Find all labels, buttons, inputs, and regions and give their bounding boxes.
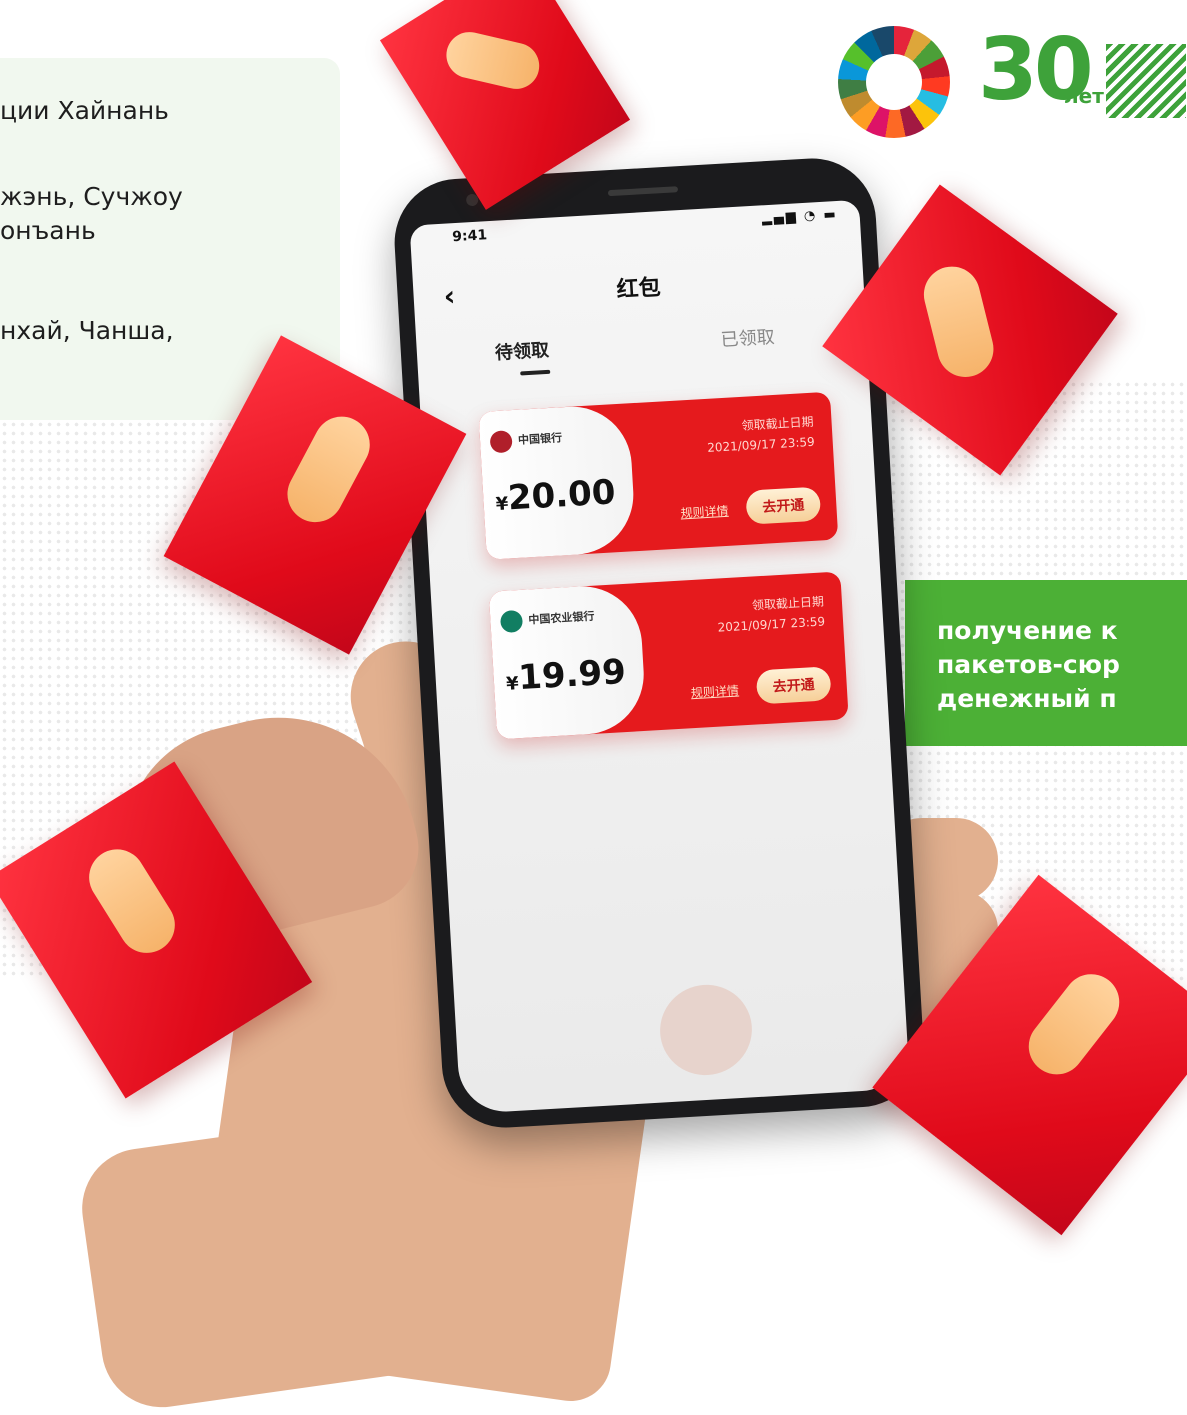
envelope-clasp bbox=[1017, 962, 1131, 1086]
amount-value: 19.99 bbox=[517, 651, 627, 699]
tab-received[interactable]: 已领取 bbox=[720, 323, 775, 352]
coupon-amount: ¥20.00 bbox=[494, 472, 616, 519]
coupon-card[interactable]: 中国银行 ¥20.00 领取截止日期 2021/09/17 23:59 规则详情… bbox=[478, 391, 839, 560]
currency-symbol: ¥ bbox=[505, 673, 520, 695]
anniversary-mark-icon bbox=[1106, 44, 1186, 118]
caption-line: получение к bbox=[937, 616, 1118, 645]
activate-button[interactable]: 去开通 bbox=[745, 486, 822, 525]
anniversary-suffix: лет bbox=[1064, 84, 1104, 108]
rules-link[interactable]: 规则详情 bbox=[690, 681, 740, 701]
info-line: жэнь, Сучжоу bbox=[0, 182, 183, 211]
activate-button[interactable]: 去开通 bbox=[755, 666, 832, 705]
active-tab-indicator bbox=[520, 369, 551, 376]
smartphone: 9:41 ▂▄▆ ◔ ▬ ‹ 红包 待领取 已领取 中国银行 ¥20.00 领取… bbox=[391, 154, 927, 1132]
envelope-clasp bbox=[277, 406, 380, 532]
envelope-clasp bbox=[917, 260, 1000, 383]
anniversary-logo: 30 лет bbox=[978, 20, 1187, 136]
deadline-date: 2021/09/17 23:59 bbox=[706, 434, 816, 455]
info-line: онъань bbox=[0, 216, 96, 245]
rules-link[interactable]: 规则详情 bbox=[680, 502, 729, 522]
speaker-grille bbox=[607, 186, 679, 197]
page-title: 红包 bbox=[615, 275, 662, 303]
caption-line: денежный п bbox=[937, 684, 1117, 713]
info-line: нхай, Чанша, bbox=[0, 316, 174, 345]
envelope-clasp bbox=[441, 27, 544, 94]
sdg-wheel-logo bbox=[838, 26, 950, 138]
amount-value: 20.00 bbox=[506, 472, 617, 519]
caption-box: получение к пакетов-сюр денежный п bbox=[905, 580, 1187, 746]
currency-symbol: ¥ bbox=[495, 493, 509, 516]
deadline-date: 2021/09/17 23:59 bbox=[717, 614, 826, 635]
caption-line: пакетов-сюр bbox=[937, 650, 1120, 679]
deadline-label: 领取截止日期 bbox=[741, 414, 814, 433]
info-line: ции Хайнань bbox=[0, 96, 169, 125]
bank-name: 中国银行 bbox=[517, 431, 563, 447]
tab-pending[interactable]: 待领取 bbox=[494, 336, 549, 365]
status-icons: ▂▄▆ ◔ ▬ bbox=[761, 207, 839, 227]
deadline-label: 领取截止日期 bbox=[751, 594, 825, 613]
status-time: 9:41 bbox=[451, 227, 488, 246]
coupon-card[interactable]: 中国农业银行 ¥19.99 领取截止日期 2021/09/17 23:59 规则… bbox=[488, 571, 849, 740]
envelope-clasp bbox=[78, 838, 186, 964]
coupon-amount: ¥19.99 bbox=[505, 652, 627, 699]
